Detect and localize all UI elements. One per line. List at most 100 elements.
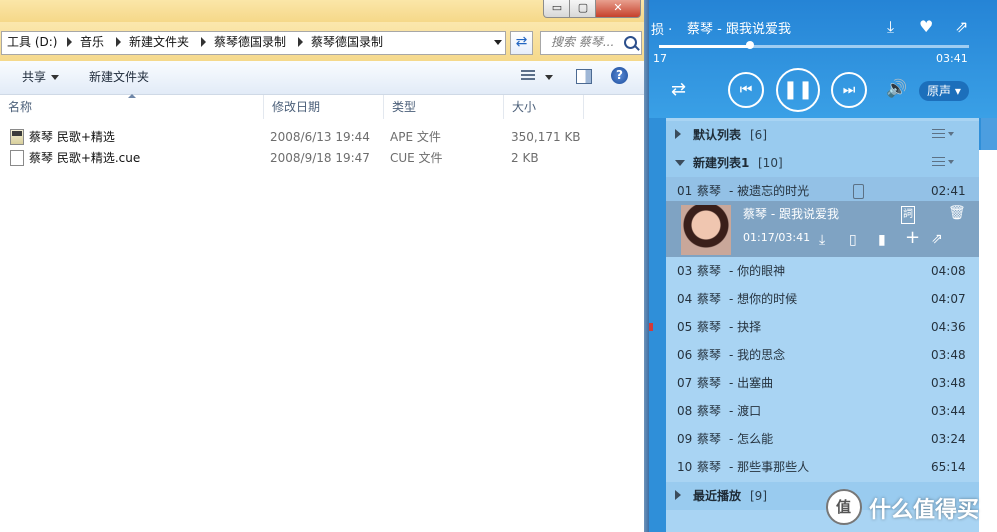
address-dropdown-icon[interactable] [494,40,502,45]
track-duration: 03:24 [931,432,966,446]
track-duration: 03:48 [931,348,966,362]
maximize-button[interactable]: ▢ [569,0,597,18]
trash-icon[interactable]: 🗑 [948,205,966,221]
album-art [681,205,731,255]
audio-file-icon [10,129,24,145]
explorer-titlebar: ▭ ▢ ✕ [0,0,644,22]
heart-icon[interactable]: ♥ [919,17,933,37]
breadcrumb-drive[interactable]: 工具 (D:) [7,32,57,53]
download-icon[interactable]: ⤓ [887,17,894,37]
close-button[interactable]: ✕ [595,0,641,18]
refresh-button[interactable]: ⇄ [510,31,533,55]
seek-handle[interactable] [746,41,754,49]
document-file-icon [10,150,24,166]
lyrics-badge[interactable]: 詞 [901,206,915,224]
track-title: - 渡口 [729,404,762,418]
share-icon[interactable]: ⇗ [955,17,968,37]
column-modified[interactable]: 修改日期 [264,95,384,119]
breadcrumb-separator-icon[interactable] [116,37,121,47]
minimize-button[interactable]: ▭ [543,0,571,18]
track-artist: 蔡琴 [697,404,722,418]
breadcrumb-folder-2[interactable]: 蔡琴德国录制 [311,32,383,53]
next-button[interactable]: ⏭ [831,72,867,108]
chevron-right-icon [675,129,681,139]
track-duration: 04:08 [931,264,966,278]
track-duration: 03:48 [931,376,966,390]
sound-mode-select[interactable]: 原声 ▾ [919,81,969,101]
list-header-default[interactable]: 默认列表 [6] [666,121,979,149]
track-row[interactable]: 08 蔡琴 - 渡口 03:44 [666,397,979,425]
list-menu-icon[interactable] [932,157,954,166]
track-artist: 蔡琴 [697,320,722,334]
preview-pane-icon[interactable] [576,69,592,84]
breadcrumb-separator-icon[interactable] [67,37,72,47]
pause-button[interactable]: ❚❚ [776,68,820,112]
address-row: 工具 (D:) 音乐 新建文件夹 蔡琴德国录制 蔡琴德国录制 ⇄ 搜索 蔡琴..… [0,22,644,61]
track-row[interactable]: 09 蔡琴 - 怎么能 03:24 [666,425,979,453]
list-header-new[interactable]: 新建列表1 [10] [666,149,979,177]
search-icon[interactable] [624,36,637,49]
track-row[interactable]: 06 蔡琴 - 我的思念 03:48 [666,341,979,369]
breadcrumb-new-folder[interactable]: 新建文件夹 [129,32,189,53]
track-row[interactable]: 03 蔡琴 - 你的眼神 04:08 [666,257,979,285]
breadcrumb-separator-icon[interactable] [298,37,303,47]
add-icon[interactable]: + [905,229,920,247]
track-number: 05 [677,320,693,334]
share-button[interactable]: 共享 [22,61,60,93]
track-artist: 蔡琴 [697,264,722,278]
breadcrumb-music[interactable]: 音乐 [80,32,104,53]
column-name[interactable]: 名称 [0,95,264,119]
seek-bar[interactable] [659,45,969,48]
breadcrumb-folder-1[interactable]: 蔡琴德国录制 [214,32,286,53]
new-folder-button[interactable]: 新建文件夹 [89,61,149,93]
refresh-icon: ⇄ [515,34,528,50]
microphone-icon[interactable]: ▯ [849,232,857,248]
address-bar[interactable]: 工具 (D:) 音乐 新建文件夹 蔡琴德国录制 蔡琴德国录制 [1,31,506,55]
view-dropdown-icon[interactable] [545,75,553,80]
file-row[interactable]: 蔡琴 民歌+精选 2008/6/13 19:44 APE 文件 350,171 … [0,127,644,147]
share-label: 共享 [22,70,47,84]
quality-tag[interactable]: 损 · [651,19,672,38]
track-artist: 蔡琴 [697,432,722,446]
track-row[interactable]: 07 蔡琴 - 出塞曲 03:48 [666,369,979,397]
track-title: - 那些事那些人 [729,460,810,474]
microphone-icon[interactable] [853,184,864,199]
list-title: 最近播放 [693,489,742,503]
list-title: 默认列表 [693,128,742,142]
search-placeholder: 搜索 蔡琴... [551,35,615,49]
breadcrumb-separator-icon[interactable] [201,37,206,47]
share-icon[interactable]: ⇗ [931,231,943,247]
list-count: [6] [750,128,767,142]
track-duration: 04:07 [931,292,966,306]
track-number: 10 [677,460,693,474]
column-size[interactable]: 大小 [504,95,584,119]
previous-button[interactable]: ⏮ [728,72,764,108]
list-menu-icon[interactable] [932,129,954,138]
view-options-icon[interactable] [521,70,535,82]
repeat-icon[interactable]: ⇄ [671,79,686,100]
file-size: 2 KB [511,151,539,165]
now-playing-row[interactable]: 蔡琴 - 跟我说爱我 詞 🗑 01:17/03:41 ⤓ ▯ ▮ + ⇗ [666,201,979,257]
track-duration: 65:14 [931,460,966,474]
track-row[interactable]: 05 蔡琴 - 抉择 04:36 [666,313,979,341]
track-duration: 04:36 [931,320,966,334]
pause-icon: ❚❚ [782,79,814,100]
file-name: 蔡琴 民歌+精选.cue [29,151,141,165]
seek-fill [659,45,752,48]
column-type[interactable]: 类型 [384,95,504,119]
help-icon[interactable]: ? [611,67,628,84]
file-row[interactable]: 蔡琴 民歌+精选.cue 2008/9/18 19:47 CUE 文件 2 KB [0,148,644,168]
watermark-logo-icon [826,489,862,525]
download-icon[interactable]: ⤓ [819,232,825,248]
track-row[interactable]: 10 蔡琴 - 那些事那些人 65:14 [666,453,979,481]
watermark-text: 什么值得买 [869,498,980,523]
track-row[interactable]: 04 蔡琴 - 想你的时候 04:07 [666,285,979,313]
previous-icon: ⏮ [739,82,753,98]
file-size: 350,171 KB [511,130,581,144]
volume-icon[interactable]: 🔊 [886,79,907,99]
list-title: 新建列表1 [693,156,750,170]
track-duration: 03:44 [931,404,966,418]
track-artist: 蔡琴 [697,292,722,306]
phone-icon[interactable]: ▮ [878,232,886,248]
search-input[interactable]: 搜索 蔡琴... [540,31,642,55]
